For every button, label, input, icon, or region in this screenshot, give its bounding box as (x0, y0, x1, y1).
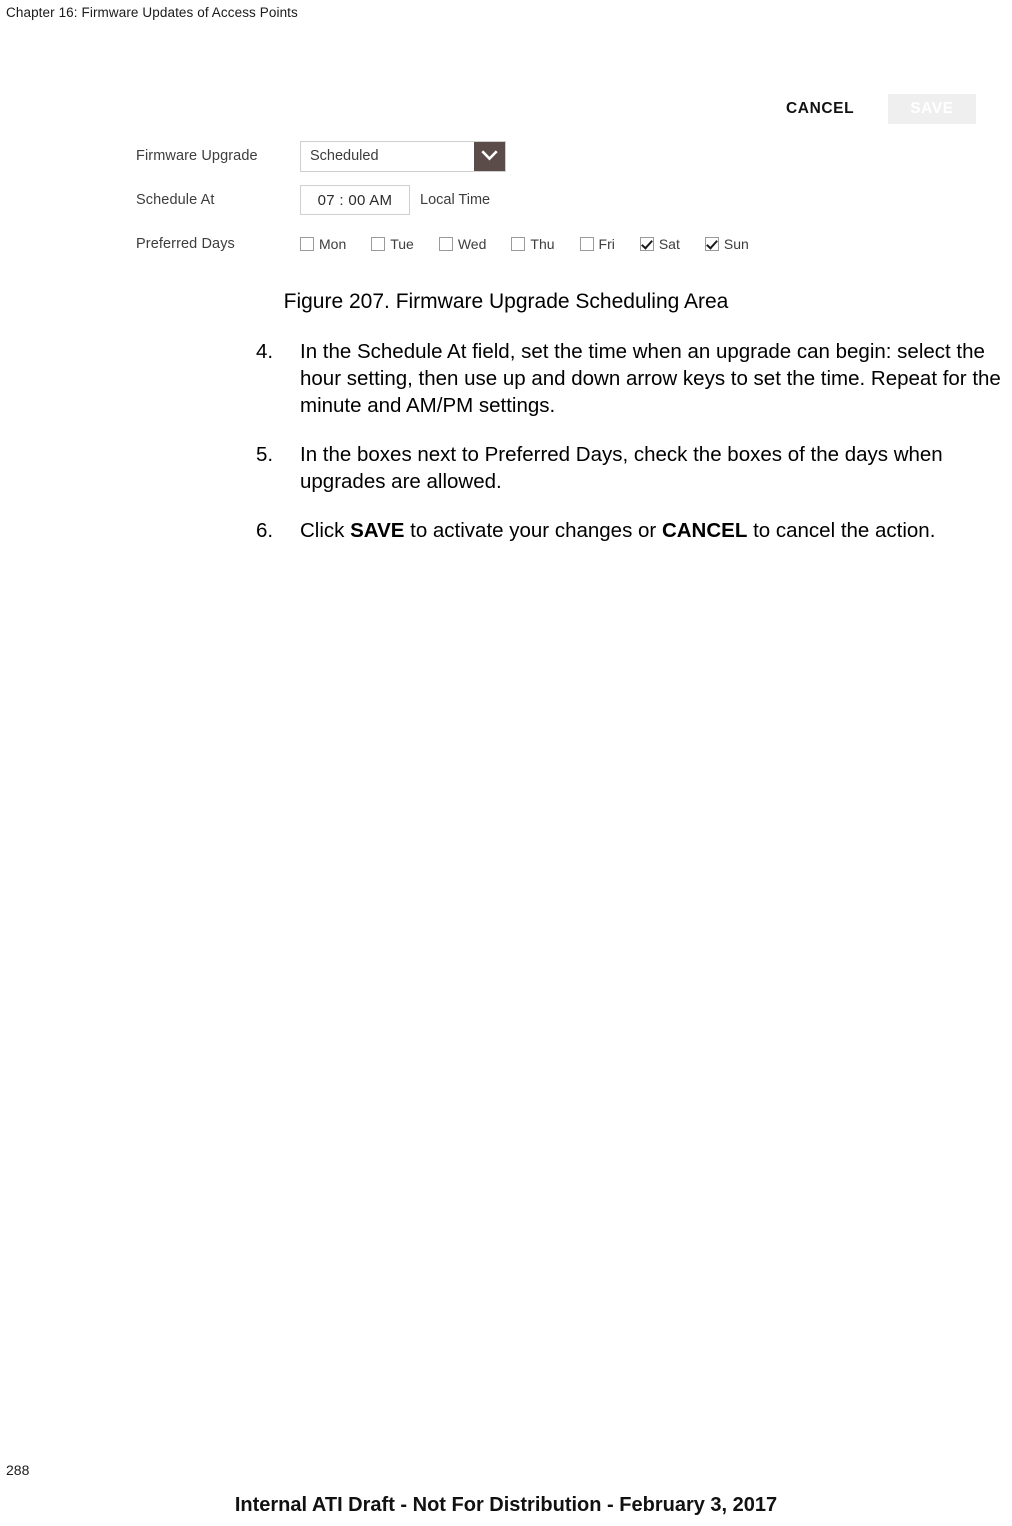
step-text: Click SAVE to activate your changes or C… (300, 517, 935, 544)
step-text-fragment: to activate your changes or (404, 519, 662, 542)
preferred-day-tue[interactable]: Tue (371, 236, 414, 252)
schedule-at-time-input[interactable]: 07 : 00 AM (300, 185, 410, 215)
preferred-days-checkbox-group: Mon Tue Wed Thu Fri Sat Sun (300, 236, 774, 252)
page-number: 288 (6, 1462, 30, 1478)
form-row-preferred-days: Preferred Days Mon Tue Wed Thu Fri Sat Sun (136, 222, 896, 266)
schedule-at-timezone-label: Local Time (420, 192, 491, 208)
firmware-upgrade-control: Scheduled (300, 140, 506, 172)
procedure-step: 5. In the boxes next to Preferred Days, c… (256, 441, 1012, 495)
preferred-day-label: Fri (598, 236, 615, 252)
figure-207: CANCEL SAVE Firmware Upgrade Scheduled S… (0, 78, 1012, 268)
checkbox-checked-icon[interactable] (704, 237, 719, 251)
form-row-schedule-at: Schedule At 07 : 00 AM Local Time (136, 178, 896, 222)
preferred-day-thu[interactable]: Thu (511, 236, 555, 252)
checkbox-unchecked-icon[interactable] (511, 237, 526, 251)
preferred-days-control: Mon Tue Wed Thu Fri Sat Sun (300, 236, 774, 252)
preferred-day-label: Sat (658, 236, 680, 252)
step-text-fragment: to cancel the action. (747, 519, 936, 542)
preferred-day-label: Wed (457, 236, 487, 252)
step-text: In the boxes next to Preferred Days, che… (300, 441, 1012, 495)
preferred-day-sat[interactable]: Sat (639, 236, 680, 252)
procedure-step: 4. In the Schedule At field, set the time… (256, 338, 1012, 419)
procedure-step-list: 4. In the Schedule At field, set the time… (256, 338, 1012, 566)
cancel-button[interactable]: CANCEL (780, 96, 860, 122)
save-button[interactable]: SAVE (888, 94, 976, 124)
step-text-fragment: In the Schedule At field, set the time w… (300, 340, 1001, 417)
checkbox-unchecked-icon[interactable] (438, 237, 453, 251)
step-text-emphasis: SAVE (350, 519, 405, 542)
preferred-day-fri[interactable]: Fri (579, 236, 615, 252)
checkbox-checked-icon[interactable] (639, 237, 654, 251)
preferred-day-label: Mon (319, 236, 347, 252)
chevron-down-icon[interactable] (474, 141, 505, 171)
procedure-step: 6. Click SAVE to activate your changes or… (256, 517, 1012, 544)
schedule-at-control: 07 : 00 AM Local Time (300, 185, 490, 215)
step-number: 6. (256, 519, 274, 542)
step-text-fragment: In the boxes next to Preferred Days, che… (300, 443, 943, 493)
firmware-upgrade-label: Firmware Upgrade (136, 148, 258, 164)
running-header-chapter: Chapter 16: Firmware Updates of Access P… (6, 5, 298, 20)
scheduling-form: Firmware Upgrade Scheduled Schedule At 0… (136, 134, 896, 266)
figure-caption: Figure 207. Firmware Upgrade Scheduling … (283, 290, 729, 313)
preferred-day-sun[interactable]: Sun (704, 236, 749, 252)
form-row-firmware-upgrade: Firmware Upgrade Scheduled (136, 134, 896, 178)
panel-action-row: CANCEL SAVE (780, 94, 976, 124)
preferred-day-label: Tue (390, 236, 414, 252)
checkbox-unchecked-icon[interactable] (579, 237, 594, 251)
step-number: 5. (256, 443, 274, 466)
firmware-upgrade-select[interactable]: Scheduled (300, 140, 506, 172)
checkbox-unchecked-icon[interactable] (371, 237, 386, 251)
step-text-emphasis: CANCEL (661, 519, 748, 542)
preferred-day-label: Thu (530, 236, 555, 252)
preferred-day-wed[interactable]: Wed (438, 236, 487, 252)
step-text: In the Schedule At field, set the time w… (300, 338, 1012, 419)
checkbox-unchecked-icon[interactable] (300, 237, 314, 251)
schedule-at-label: Schedule At (136, 192, 215, 208)
preferred-day-mon[interactable]: Mon (300, 236, 346, 252)
firmware-upgrade-scheduling-panel: CANCEL SAVE Firmware Upgrade Scheduled S… (0, 78, 1012, 268)
draft-notice: Internal ATI Draft - Not For Distributio… (234, 1494, 778, 1516)
firmware-upgrade-selected-value: Scheduled (310, 148, 379, 164)
step-number: 4. (256, 340, 274, 363)
preferred-day-label: Sun (723, 236, 749, 252)
preferred-days-label: Preferred Days (136, 236, 235, 252)
step-text-fragment: Click (300, 519, 351, 542)
